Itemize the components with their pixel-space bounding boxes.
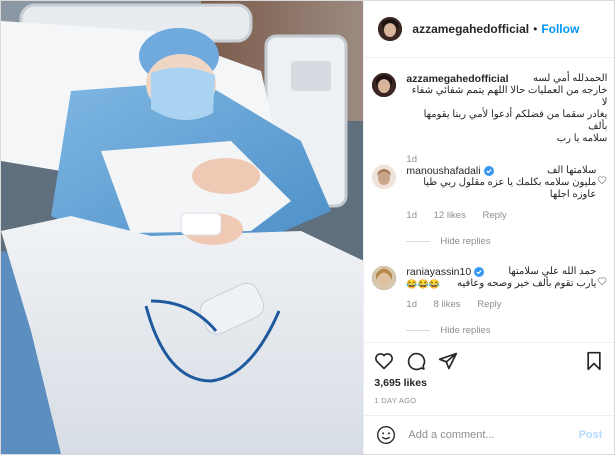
- comment-meta: 1d 8 likes Reply: [406, 299, 596, 310]
- verified-badge-icon: [483, 166, 494, 176]
- post-header: azzamegahedofficial • Follow: [364, 1, 615, 58]
- comment-line-1: حمد الله علي سلامتها: [508, 266, 597, 277]
- comment-line-2: مليون سلامه بكلمك يا عزه مقلول ربي طيا: [423, 177, 597, 188]
- commenter-avatar[interactable]: [372, 266, 397, 290]
- reply-button[interactable]: Reply: [477, 299, 501, 310]
- comment-username[interactable]: raniayassin10: [406, 266, 471, 278]
- comment-age[interactable]: 1d: [406, 210, 417, 221]
- reply-button[interactable]: Reply: [482, 210, 506, 221]
- hide-replies-label: Hide replies: [440, 236, 491, 247]
- hospital-bed-photo: [1, 1, 364, 454]
- caption-avatar[interactable]: [372, 73, 397, 97]
- post-date[interactable]: 1 DAY AGO: [374, 396, 416, 405]
- follow-button[interactable]: Follow: [541, 22, 579, 36]
- separator-dot: •: [533, 22, 538, 36]
- caption-line-4: سلامه يا رب: [556, 133, 608, 144]
- divider: [406, 330, 431, 331]
- instagram-post-modal: azzamegahedofficial • Follow azzamegahed…: [0, 0, 615, 455]
- post-comment-button[interactable]: Post: [579, 429, 603, 441]
- comment-meta: 1d 12 likes Reply: [406, 210, 596, 221]
- smiley-icon[interactable]: [376, 425, 396, 445]
- author-avatar[interactable]: [378, 17, 403, 41]
- comment-1: manoushafadali سلامتها الف مليون سلامه ب…: [372, 165, 607, 247]
- hide-replies-button[interactable]: Hide replies: [406, 236, 596, 247]
- comment-line-3: عاوزه اجلها: [549, 189, 597, 200]
- post-actions: 3,695 likes 1 DAY AGO: [364, 342, 615, 415]
- comment-username[interactable]: manoushafadali: [406, 165, 480, 177]
- heart-outline-icon[interactable]: [374, 351, 394, 371]
- caption-line-2: خارجه من العمليات حالا اللهم يتمم شفائي …: [411, 85, 608, 108]
- comment-input[interactable]: [406, 428, 571, 442]
- hide-replies-label: Hide replies: [440, 325, 491, 336]
- caption-username[interactable]: azzamegahedofficial: [406, 73, 508, 85]
- hide-replies-button[interactable]: Hide replies: [406, 325, 596, 336]
- like-comment-heart-icon[interactable]: [597, 276, 607, 286]
- verified-badge-icon: [474, 267, 485, 277]
- post-side-panel: azzamegahedofficial • Follow azzamegahed…: [363, 1, 615, 454]
- paper-plane-icon[interactable]: [438, 351, 458, 371]
- comment-2: raniayassin10 حمد الله علي سلامتها 😂😂😂 ي…: [372, 266, 607, 336]
- comment-likes[interactable]: 8 likes: [434, 299, 461, 310]
- comments-scroll-area[interactable]: azzamegahedofficial الحمدلله أمي لسه خار…: [364, 58, 614, 341]
- caption: azzamegahedofficial الحمدلله أمي لسه خار…: [372, 73, 607, 165]
- comment-emoji: 😂😂😂: [406, 279, 441, 289]
- post-photo[interactable]: [1, 1, 364, 454]
- caption-age[interactable]: 1d: [406, 154, 607, 165]
- caption-line-1: الحمدلله أمي لسه: [533, 73, 608, 84]
- bookmark-icon[interactable]: [584, 351, 604, 371]
- like-comment-heart-icon[interactable]: [597, 175, 607, 185]
- divider: [406, 241, 431, 242]
- comment-line-2: يارب تقوم بألف خير وصحه وعافيه: [457, 278, 597, 289]
- comment-likes[interactable]: 12 likes: [434, 210, 466, 221]
- commenter-avatar[interactable]: [372, 165, 397, 189]
- likes-count[interactable]: 3,695 likes: [374, 377, 427, 389]
- author-username[interactable]: azzamegahedofficial: [412, 22, 529, 36]
- add-comment-bar: Post: [364, 415, 615, 454]
- comment-line-1: سلامتها الف: [547, 165, 597, 176]
- caption-line-3: يغادر سقما من فضلكم أدعوا لأمي ربنا يقوم…: [423, 109, 608, 132]
- comment-bubble-icon[interactable]: [406, 351, 426, 371]
- comment-age[interactable]: 1d: [406, 299, 417, 310]
